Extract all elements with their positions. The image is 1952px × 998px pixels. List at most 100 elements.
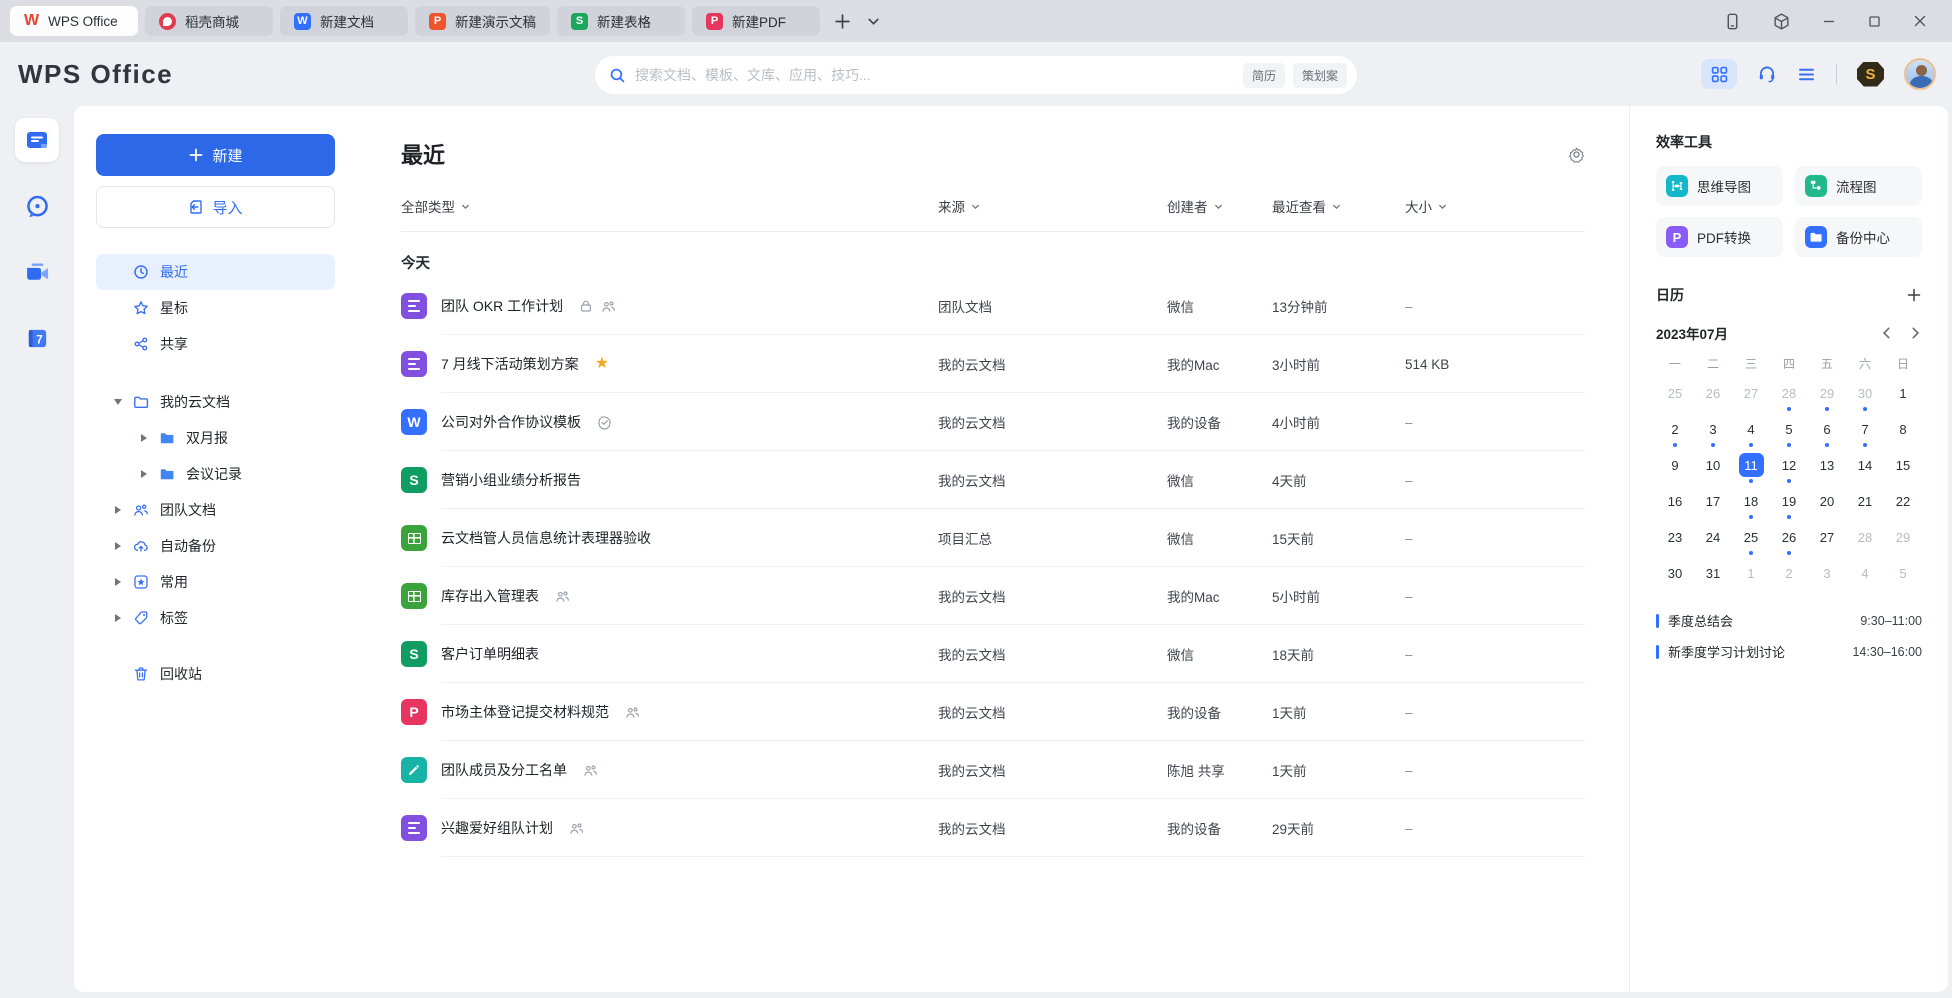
window-tab[interactable]: 稻壳商城 bbox=[145, 6, 273, 36]
filter-最近查看[interactable]: 最近查看 bbox=[1272, 196, 1405, 216]
new-tab-button[interactable] bbox=[834, 13, 851, 30]
tool-备份中心[interactable]: 备份中心 bbox=[1795, 217, 1922, 257]
close-button[interactable] bbox=[1912, 13, 1928, 29]
calendar-date[interactable]: 7 bbox=[1846, 417, 1884, 449]
menu-button[interactable] bbox=[1797, 65, 1816, 84]
sidebar-item-自动备份[interactable]: 自动备份 bbox=[96, 528, 335, 564]
tool-思维导图[interactable]: 思维导图 bbox=[1656, 166, 1783, 206]
calendar-date[interactable]: 16 bbox=[1656, 489, 1694, 521]
calendar-date[interactable]: 10 bbox=[1694, 453, 1732, 485]
filter-全部类型[interactable]: 全部类型 bbox=[401, 196, 938, 216]
sidebar-item-双月报[interactable]: 双月报 bbox=[96, 420, 335, 456]
window-tab[interactable]: P新建演示文稿 bbox=[415, 6, 550, 36]
calendar-date[interactable]: 5 bbox=[1770, 417, 1808, 449]
file-row[interactable]: W公司对外合作协议模板我的云文档我的设备4小时前– bbox=[401, 393, 1585, 451]
file-row[interactable]: P市场主体登记提交材料规范我的云文档我的设备1天前– bbox=[401, 683, 1585, 741]
calendar-event[interactable]: 季度总结会9:30–11:00 bbox=[1656, 605, 1922, 636]
calendar-date[interactable]: 22 bbox=[1884, 489, 1922, 521]
calendar-date[interactable]: 21 bbox=[1846, 489, 1884, 521]
workspace-button[interactable] bbox=[1772, 12, 1791, 31]
calendar-date[interactable]: 8 bbox=[1884, 417, 1922, 449]
calendar-date[interactable]: 13 bbox=[1808, 453, 1846, 485]
calendar-date[interactable]: 2 bbox=[1770, 561, 1808, 593]
mobile-button[interactable] bbox=[1723, 12, 1742, 31]
support-headset-button[interactable] bbox=[1757, 64, 1777, 84]
sidebar-item-星标[interactable]: 星标 bbox=[96, 290, 335, 326]
global-search-bar[interactable]: 简历 策划案 bbox=[595, 56, 1357, 94]
calendar-date[interactable]: 6 bbox=[1808, 417, 1846, 449]
calendar-date[interactable]: 26 bbox=[1694, 381, 1732, 413]
file-row[interactable]: 兴趣爱好组队计划我的云文档我的设备29天前– bbox=[401, 799, 1585, 857]
sidebar-item-标签[interactable]: 标签 bbox=[96, 600, 335, 636]
caret-right-icon[interactable] bbox=[110, 542, 126, 550]
apps-grid-button[interactable] bbox=[1701, 59, 1737, 89]
calendar-date[interactable]: 18 bbox=[1732, 489, 1770, 521]
calendar-date[interactable]: 3 bbox=[1808, 561, 1846, 593]
file-row[interactable]: S客户订单明细表我的云文档微信18天前– bbox=[401, 625, 1585, 683]
caret-right-icon[interactable] bbox=[136, 434, 152, 442]
calendar-date[interactable]: 4 bbox=[1732, 417, 1770, 449]
sidebar-item-团队文档[interactable]: 团队文档 bbox=[96, 492, 335, 528]
caret-right-icon[interactable] bbox=[110, 614, 126, 622]
calendar-date[interactable]: 5 bbox=[1884, 561, 1922, 593]
file-row[interactable]: 云文档管人员信息统计表理器验收项目汇总微信15天前– bbox=[401, 509, 1585, 567]
file-row[interactable]: 团队 OKR 工作计划团队文档微信13分钟前– bbox=[401, 277, 1585, 335]
filter-创建者[interactable]: 创建者 bbox=[1167, 196, 1272, 216]
file-row[interactable]: 团队成员及分工名单我的云文档陈旭 共享1天前– bbox=[401, 741, 1585, 799]
list-settings-gear-icon[interactable] bbox=[1568, 146, 1585, 163]
search-input[interactable] bbox=[635, 67, 1235, 83]
sidebar-item-共享[interactable]: 共享 bbox=[96, 326, 335, 362]
search-tag-resume[interactable]: 简历 bbox=[1243, 63, 1285, 88]
tab-list-chevron-icon[interactable] bbox=[867, 15, 880, 28]
calendar-date[interactable]: 12 bbox=[1770, 453, 1808, 485]
calendar-date[interactable]: 1 bbox=[1884, 381, 1922, 413]
sidebar-item-最近[interactable]: 最近 bbox=[96, 254, 335, 290]
new-document-button[interactable]: 新建 bbox=[96, 134, 335, 176]
caret-right-icon[interactable] bbox=[136, 470, 152, 478]
calendar-date[interactable]: 25 bbox=[1732, 525, 1770, 557]
calendar-date[interactable]: 30 bbox=[1656, 561, 1694, 593]
sidebar-item-回收站[interactable]: 回收站 bbox=[96, 656, 335, 692]
calendar-date[interactable]: 30 bbox=[1846, 381, 1884, 413]
caret-right-icon[interactable] bbox=[110, 578, 126, 586]
window-tab[interactable]: P新建PDF bbox=[692, 6, 820, 36]
calendar-date[interactable]: 15 bbox=[1884, 453, 1922, 485]
search-tag-proposal[interactable]: 策划案 bbox=[1293, 63, 1347, 88]
file-row[interactable]: 库存出入管理表我的云文档我的Mac5小时前– bbox=[401, 567, 1585, 625]
calendar-date-selected[interactable]: 11 bbox=[1732, 453, 1770, 485]
calendar-date[interactable]: 20 bbox=[1808, 489, 1846, 521]
rail-item-apps[interactable] bbox=[15, 382, 59, 426]
calendar-date[interactable]: 4 bbox=[1846, 561, 1884, 593]
caret-right-icon[interactable] bbox=[110, 506, 126, 514]
filter-来源[interactable]: 来源 bbox=[938, 196, 1167, 216]
calendar-date[interactable]: 14 bbox=[1846, 453, 1884, 485]
calendar-date[interactable]: 28 bbox=[1770, 381, 1808, 413]
calendar-date[interactable]: 17 bbox=[1694, 489, 1732, 521]
calendar-date[interactable]: 3 bbox=[1694, 417, 1732, 449]
sidebar-item-我的云文档[interactable]: 我的云文档 bbox=[96, 384, 335, 420]
caret-down-icon[interactable] bbox=[110, 399, 126, 405]
maximize-button[interactable] bbox=[1867, 14, 1882, 29]
tool-PDF转换[interactable]: PPDF转换 bbox=[1656, 217, 1783, 257]
window-tab[interactable]: W新建文档 bbox=[280, 6, 408, 36]
sidebar-item-常用[interactable]: 常用 bbox=[96, 564, 335, 600]
filter-大小[interactable]: 大小 bbox=[1405, 196, 1585, 216]
calendar-date[interactable]: 25 bbox=[1656, 381, 1694, 413]
add-event-button[interactable] bbox=[1906, 287, 1922, 303]
calendar-next-button[interactable] bbox=[1908, 326, 1922, 340]
tool-流程图[interactable]: 流程图 bbox=[1795, 166, 1922, 206]
calendar-date[interactable]: 2 bbox=[1656, 417, 1694, 449]
import-button[interactable]: 导入 bbox=[96, 186, 335, 228]
rail-item-calendar[interactable]: 7 bbox=[15, 316, 59, 360]
calendar-date[interactable]: 1 bbox=[1732, 561, 1770, 593]
calendar-date[interactable]: 19 bbox=[1770, 489, 1808, 521]
calendar-date[interactable]: 26 bbox=[1770, 525, 1808, 557]
rail-item-documents[interactable] bbox=[15, 118, 59, 162]
window-tab[interactable]: S新建表格 bbox=[557, 6, 685, 36]
calendar-date[interactable]: 29 bbox=[1808, 381, 1846, 413]
membership-badge[interactable]: S bbox=[1857, 62, 1884, 87]
file-row[interactable]: 7 月线下活动策划方案★我的云文档我的Mac3小时前514 KB bbox=[401, 335, 1585, 393]
calendar-date[interactable]: 9 bbox=[1656, 453, 1694, 485]
calendar-event[interactable]: 新季度学习计划讨论14:30–16:00 bbox=[1656, 636, 1922, 667]
file-row[interactable]: S营销小组业绩分析报告我的云文档微信4天前– bbox=[401, 451, 1585, 509]
